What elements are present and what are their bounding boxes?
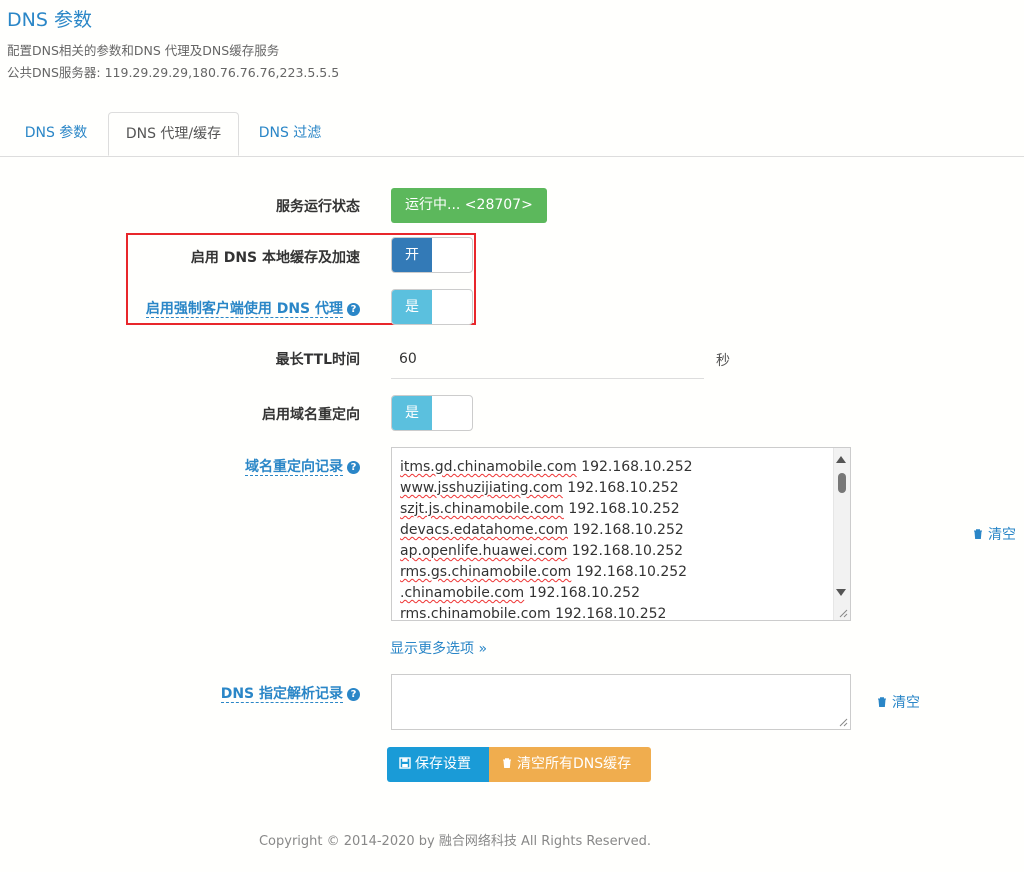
redirect-record-line: www.jsshuzijiating.com 192.168.10.252: [400, 478, 828, 499]
redirect-record-ip: 192.168.10.252: [572, 522, 684, 538]
redirect-record-line: ap.openlife.huawei.com 192.168.10.252: [400, 541, 828, 562]
redirect-record-line: szjt.js.chinamobile.com 192.168.10.252: [400, 499, 828, 520]
public-dns-info: 公共DNS服务器: 119.29.29.29,180.76.76.76,223.…: [7, 65, 340, 80]
resize-grip-icon[interactable]: [838, 717, 848, 727]
clear-dns-cache-button[interactable]: 清空所有DNS缓存: [489, 747, 651, 782]
redirect-record-line: itms.gd.chinamobile.com 192.168.10.252: [400, 457, 828, 478]
clear-dns-cache-label: 清空所有DNS缓存: [517, 756, 632, 772]
redirect-records-textarea[interactable]: itms.gd.chinamobile.com 192.168.10.252 ww…: [391, 447, 851, 621]
tab-dns-proxy-cache[interactable]: DNS 代理/缓存: [108, 112, 239, 156]
force-proxy-switch-on: 是: [392, 290, 432, 324]
redirect-record-domain: devacs.edatahome.com: [400, 522, 568, 538]
redirect-record-ip: 192.168.10.252: [567, 480, 679, 496]
redirect-record-ip: 192.168.10.252: [581, 459, 693, 475]
trash-icon: [503, 758, 511, 768]
clear-dns-records-label: 清空: [892, 695, 920, 711]
domain-redirect-switch[interactable]: 是: [391, 395, 473, 431]
scroll-thumb[interactable]: [838, 473, 846, 493]
redirect-record-domain: rms.chinamobile.com: [400, 606, 551, 621]
floppy-disk-icon: [399, 757, 411, 769]
force-proxy-label[interactable]: 启用强制客户端使用 DNS 代理?: [145, 298, 360, 318]
redirect-records-label[interactable]: 域名重定向记录?: [245, 456, 360, 476]
redirect-record-line: rms.chinamobile.com 192.168.10.252: [400, 604, 828, 621]
page-title: DNS 参数: [7, 9, 92, 31]
save-button-label: 保存设置: [415, 756, 471, 772]
force-proxy-switch[interactable]: 是: [391, 289, 473, 325]
dns-records-label-text: DNS 指定解析记录: [220, 686, 343, 703]
help-icon[interactable]: ?: [347, 303, 360, 316]
help-icon[interactable]: ?: [347, 688, 360, 701]
domain-redirect-switch-on: 是: [392, 396, 432, 430]
dns-records-textarea[interactable]: [391, 674, 851, 730]
max-ttl-label: 最长TTL时间: [275, 352, 360, 368]
service-status-badge[interactable]: 运行中... <28707>: [391, 188, 547, 223]
redirect-record-ip: 192.168.10.252: [575, 564, 688, 580]
local-cache-label: 启用 DNS 本地缓存及加速: [190, 250, 360, 266]
redirect-record-ip: 192.168.10.252: [571, 543, 684, 559]
tab-dns-params[interactable]: DNS 参数: [10, 112, 102, 155]
local-cache-switch[interactable]: 开: [391, 237, 473, 273]
redirect-record-line: .chinamobile.com 192.168.10.252: [400, 583, 828, 604]
dns-records-label[interactable]: DNS 指定解析记录?: [220, 683, 360, 703]
show-more-options-link[interactable]: 显示更多选项 »: [390, 638, 487, 658]
max-ttl-input[interactable]: [391, 339, 704, 379]
footer-copyright: Copyright © 2014-2020 by 融合网络科技 All Righ…: [258, 834, 651, 849]
clear-dns-records-button[interactable]: 清空: [876, 692, 920, 712]
redirect-record-ip: 192.168.10.252: [555, 606, 667, 621]
scroll-up-arrow-icon[interactable]: [836, 456, 846, 463]
trash-icon: [974, 529, 982, 539]
service-status-label: 服务运行状态: [276, 199, 360, 215]
redirect-record-domain: szjt.js.chinamobile.com: [400, 501, 564, 517]
redirect-record-domain: .chinamobile.com: [400, 585, 525, 601]
scroll-down-arrow-icon[interactable]: [836, 589, 846, 596]
redirect-records-label-text: 域名重定向记录: [245, 459, 343, 476]
force-proxy-label-text: 启用强制客户端使用 DNS 代理: [145, 301, 343, 318]
redirect-record-domain: www.jsshuzijiating.com: [400, 480, 563, 496]
clear-redirect-button[interactable]: 清空: [972, 524, 1016, 544]
redirect-record-ip: 192.168.10.252: [568, 501, 680, 517]
tab-dns-filter[interactable]: DNS 过滤: [243, 112, 337, 155]
redirect-record-domain: itms.gd.chinamobile.com: [400, 459, 577, 475]
trash-icon: [878, 697, 886, 707]
domain-redirect-label: 启用域名重定向: [262, 407, 360, 423]
save-button[interactable]: 保存设置: [387, 747, 489, 782]
resize-grip-icon[interactable]: [838, 608, 848, 618]
redirect-record-domain: ap.openlife.huawei.com: [400, 543, 568, 559]
max-ttl-unit: 秒: [716, 353, 730, 369]
page-description: 配置DNS相关的参数和DNS 代理及DNS缓存服务: [7, 43, 280, 58]
redirect-record-line: rms.gs.chinamobile.com 192.168.10.252: [400, 562, 828, 583]
help-icon[interactable]: ?: [347, 461, 360, 474]
redirect-record-ip: 192.168.10.252: [528, 585, 640, 601]
redirect-record-line: devacs.edatahome.com 192.168.10.252: [400, 520, 828, 541]
local-cache-switch-on: 开: [392, 238, 432, 272]
clear-redirect-label: 清空: [988, 527, 1016, 543]
redirect-records-lines: itms.gd.chinamobile.com 192.168.10.252 ww…: [400, 457, 828, 621]
redirect-record-domain: rms.gs.chinamobile.com: [400, 564, 572, 580]
tab-bar: DNS 参数 DNS 代理/缓存 DNS 过滤: [0, 112, 1024, 157]
textarea-scrollbar[interactable]: [833, 448, 850, 620]
